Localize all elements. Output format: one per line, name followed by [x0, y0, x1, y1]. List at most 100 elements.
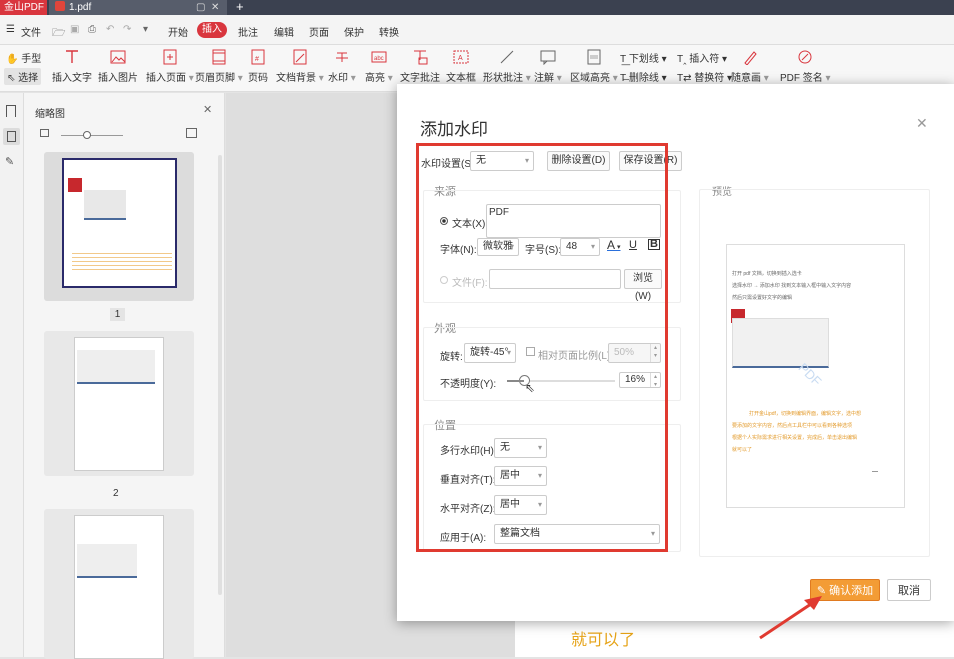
shape-comment-label: 形状批注	[483, 73, 523, 84]
underline-icon: T͟	[620, 54, 629, 65]
title-bar: 金山PDF 1.pdf ▢ ✕ +	[0, 0, 954, 15]
hand-icon: ✋	[6, 54, 19, 65]
customize-icon[interactable]: ▾	[143, 24, 148, 35]
thumbnail-page-3-frame[interactable]	[44, 509, 194, 659]
pdf-file-icon	[55, 1, 65, 11]
menu-bar: ☰ 文件 🗁 ▣ ⎙ ↶ ↷ ▾ 开始 批注 编辑 页面 保护 转换	[0, 15, 954, 45]
menu-annotate[interactable]: 批注	[238, 24, 258, 39]
page-number-button[interactable]: # 页码	[248, 49, 268, 84]
highlight-label: 高亮	[365, 73, 385, 84]
small-image-icon[interactable]	[40, 129, 49, 137]
strikethrough-label: 删除线	[628, 73, 659, 84]
signature-icon[interactable]: ✎	[5, 155, 14, 168]
thumbnail-page-2[interactable]	[74, 337, 164, 471]
note-label: 注解	[534, 73, 554, 84]
close-tab-icon[interactable]: ✕	[211, 0, 219, 15]
large-image-icon[interactable]	[186, 128, 197, 138]
pen-icon	[744, 51, 757, 65]
menu-insert[interactable]: 插入	[197, 22, 227, 38]
replace-caret-button[interactable]: T⇄ 替换符 ▾	[677, 69, 732, 84]
thumbnail-tab[interactable]	[3, 128, 20, 145]
preview-orange-1: 打开金山pdf，切换到编辑界面，编辑文字，选中想	[749, 411, 861, 417]
line-icon	[500, 50, 514, 64]
insert-text-label: 插入文字	[52, 73, 92, 84]
page-plus-icon	[163, 49, 177, 65]
svg-text:abc: abc	[374, 56, 384, 62]
strikethrough-button[interactable]: T̶ 删除线 ▾	[620, 69, 667, 84]
annotation-text: 就可以了	[571, 632, 636, 649]
thumbnail-page-2-frame[interactable]	[44, 331, 194, 476]
insert-page-label: 插入页面	[146, 73, 186, 84]
text-comment-button[interactable]: 文字批注	[400, 49, 440, 84]
area-highlight-button[interactable]: 区域高亮 ▾	[570, 49, 618, 84]
background-icon	[293, 49, 307, 65]
document-tab[interactable]: 1.pdf ▢ ✕	[49, 0, 227, 15]
shape-comment-button[interactable]: 形状批注 ▾	[483, 49, 531, 84]
open-icon[interactable]: 🗁	[52, 24, 66, 43]
preview-screenshot	[732, 318, 829, 368]
menu-protect[interactable]: 保护	[344, 24, 364, 39]
textbox-label: 文本框	[446, 73, 476, 84]
preview-orange-4: 就可以了	[732, 447, 753, 453]
insert-image-label: 插入图片	[98, 73, 138, 84]
preview-line-3: 然后只需设置好文字的编辑	[732, 295, 793, 301]
preview-line-1: 打开 pdf 文档，切换到插入选卡	[732, 271, 802, 277]
replace-icon: T⇄	[677, 73, 695, 84]
insert-page-button[interactable]: 插入页面 ▾	[146, 49, 194, 84]
app-tab[interactable]: 金山PDF	[0, 0, 47, 15]
menu-convert[interactable]: 转换	[379, 24, 399, 39]
bookmark-icon[interactable]	[6, 105, 16, 117]
document-tab-label: 1.pdf	[69, 2, 92, 13]
dialog-close-icon[interactable]: ✕	[916, 115, 928, 132]
menu-start[interactable]: 开始	[168, 24, 188, 39]
strikethrough-icon: T̶	[620, 73, 629, 84]
menu-page[interactable]: 页面	[309, 24, 329, 39]
watermark-button[interactable]: 水印 ▾	[328, 49, 356, 84]
underline-label: 下划线	[628, 54, 659, 65]
insert-image-button[interactable]: 插入图片	[98, 49, 138, 84]
page-number-1: 1	[110, 308, 125, 321]
note-button[interactable]: 注解 ▾	[534, 49, 562, 84]
zoom-slider-handle[interactable]	[83, 131, 91, 139]
highlight-frame	[416, 143, 668, 552]
left-sidebar: ✎	[0, 93, 24, 657]
thumbnail-screenshot	[84, 190, 126, 220]
highlight-button[interactable]: abc 高亮 ▾	[365, 49, 393, 84]
save-icon[interactable]: ▣	[70, 24, 79, 35]
area-highlight-icon	[587, 49, 601, 65]
thumbnail-page-1[interactable]	[62, 158, 177, 288]
page-number-2: 2	[113, 488, 119, 499]
header-footer-button[interactable]: 页眉页脚 ▾	[195, 49, 243, 84]
insert-caret-button[interactable]: T‸ 插入符 ▾	[677, 50, 727, 65]
insert-text-button[interactable]: 插入文字	[52, 49, 92, 84]
cancel-button[interactable]: 取消	[887, 579, 931, 601]
svg-text:A: A	[458, 55, 463, 62]
undo-icon[interactable]: ↶	[106, 24, 114, 35]
select-tool[interactable]: ⇖ 选择	[4, 68, 42, 85]
thumbnail-scrollbar[interactable]	[218, 155, 222, 595]
text-comment-icon	[414, 50, 428, 65]
menu-icon[interactable]: ☰	[6, 24, 15, 35]
doc-background-button[interactable]: 文档背景 ▾	[276, 49, 324, 84]
note-marker	[68, 178, 82, 192]
thumbnail-title: 缩略图	[35, 109, 65, 120]
hand-tool[interactable]: ✋ 手型	[6, 50, 41, 65]
thumbnail-page-3[interactable]	[74, 515, 164, 659]
freehand-button[interactable]: 随意画 ▾	[731, 49, 769, 84]
menu-file[interactable]: 文件	[21, 24, 41, 39]
menu-edit[interactable]: 编辑	[274, 24, 294, 39]
thumbnail-screenshot	[77, 350, 155, 384]
underline-button[interactable]: T͟ 下划线 ▾	[620, 50, 667, 65]
thumbnail-page-1-frame[interactable]	[44, 152, 194, 301]
textbox-button[interactable]: A 文本框	[446, 49, 476, 84]
hand-label: 手型	[21, 54, 42, 65]
sign-icon	[798, 50, 812, 64]
text-icon	[66, 50, 78, 63]
restore-icon[interactable]: ▢	[196, 0, 205, 15]
pdf-sign-button[interactable]: PDF 签名 ▾	[780, 49, 831, 84]
redo-icon[interactable]: ↷	[123, 24, 131, 35]
new-tab-icon[interactable]: +	[236, 0, 244, 14]
zoom-slider-track[interactable]	[61, 135, 123, 136]
close-panel-icon[interactable]: ✕	[203, 103, 212, 116]
print-icon[interactable]: ⎙	[88, 24, 96, 35]
